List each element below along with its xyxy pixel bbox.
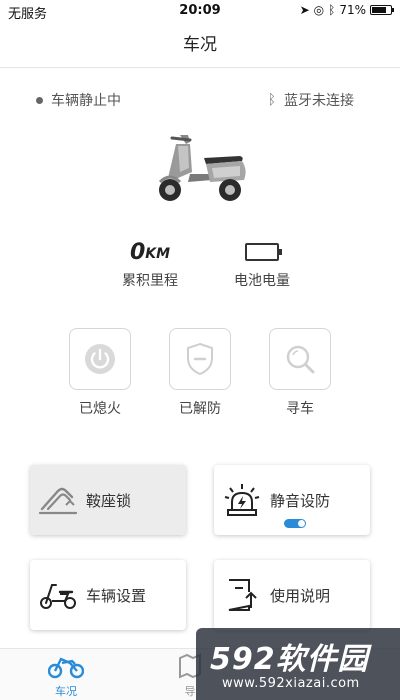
- watermark-brand-text: 软件园: [275, 642, 369, 677]
- shield-minus-icon: [187, 342, 213, 376]
- battery-percent: 71%: [339, 3, 366, 17]
- find-car-label: 寻车: [286, 401, 314, 417]
- saddle-lock-button[interactable]: 鞍座锁: [30, 465, 186, 535]
- battery-stat: 电池电量: [202, 238, 322, 290]
- bluetooth-state[interactable]: ᛒ 蓝牙未连接: [268, 90, 354, 110]
- location-icon: ➤: [299, 3, 310, 17]
- page-title: 车况: [183, 35, 217, 55]
- alarm-icon: ◎: [313, 3, 325, 17]
- mileage-unit: KM: [145, 246, 171, 262]
- bluetooth-status-icon: ᛒ: [328, 3, 336, 17]
- site-watermark: 592软件园 www.592xiazai.com: [196, 628, 400, 700]
- silent-arm-button[interactable]: 静音设防: [214, 465, 370, 535]
- battery-level-icon: [245, 243, 282, 261]
- silent-arm-label: 静音设防: [270, 491, 331, 510]
- battery-icon: [370, 5, 394, 15]
- vehicle-settings-button[interactable]: 车辆设置: [30, 560, 186, 630]
- power-icon: [85, 344, 115, 374]
- tab-vehicle-status[interactable]: 车况: [36, 653, 96, 699]
- bluetooth-icon: ᛒ: [267, 92, 276, 108]
- disarm-label: 已解防: [179, 401, 221, 417]
- saddle-lock-icon: [38, 487, 78, 515]
- silent-arm-toggle[interactable]: [284, 519, 306, 528]
- vehicle-state-label: 车辆静止中: [51, 93, 121, 109]
- engine-off-control[interactable]: 已熄火: [60, 328, 140, 418]
- scooter-icon: [158, 135, 246, 201]
- vehicle-settings-label: 车辆设置: [86, 586, 147, 605]
- watermark-brand-number: 592: [210, 642, 276, 677]
- watermark-brand: 592软件园: [210, 634, 369, 678]
- engine-off-label: 已熄火: [79, 401, 121, 417]
- search-icon: [286, 345, 315, 374]
- manual-button[interactable]: 使用说明: [214, 560, 370, 630]
- mileage-label: 累积里程: [122, 273, 178, 289]
- motorbike-tab-icon: [47, 657, 85, 679]
- vehicle-state: 车辆静止中: [36, 90, 121, 110]
- bluetooth-state-label: 蓝牙未连接: [284, 93, 354, 109]
- watermark-url: www.592xiazai.com: [222, 676, 360, 691]
- state-dot-icon: [36, 96, 43, 104]
- manual-label: 使用说明: [270, 586, 331, 605]
- nav-bar: 车况: [0, 22, 400, 68]
- status-icons: ➤ ◎ ᛒ 71%: [299, 3, 394, 17]
- vehicle-status-row: 车辆静止中 ᛒ 蓝牙未连接: [0, 86, 400, 114]
- status-bar: 无服务 20:09 ➤ ◎ ᛒ 71%: [0, 0, 400, 22]
- battery-label: 电池电量: [234, 273, 290, 289]
- mileage-stat: 0 KM 累积里程: [90, 238, 210, 290]
- scooter-image: [150, 130, 250, 205]
- document-upload-icon: [228, 579, 257, 611]
- alarm-light-icon: [224, 484, 260, 516]
- mileage-value: 0: [129, 239, 145, 265]
- saddle-lock-label: 鞍座锁: [86, 491, 132, 510]
- tab-vehicle-status-label: 车况: [55, 685, 77, 698]
- scooter-settings-icon: [40, 584, 76, 609]
- disarm-control[interactable]: 已解防: [160, 328, 240, 418]
- find-car-control[interactable]: 寻车: [260, 328, 340, 418]
